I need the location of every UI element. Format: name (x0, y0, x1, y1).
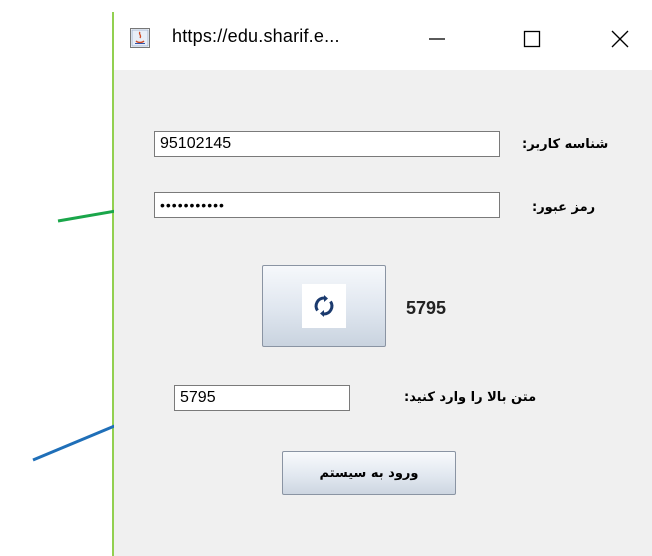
window-title: https://edu.sharif.e... (172, 26, 340, 46)
login-window: https://edu.sharif.e... شناسه کاربر: رمز… (114, 12, 652, 556)
username-label: شناسه کاربر: (522, 137, 609, 152)
title-bar: https://edu.sharif.e... (114, 12, 652, 70)
maximize-button[interactable] (509, 22, 555, 56)
captcha-input[interactable] (174, 385, 350, 411)
login-button[interactable]: ورود به سیستم (282, 451, 456, 495)
minimize-icon (429, 38, 445, 40)
captcha-refresh-image (302, 284, 346, 328)
captcha-refresh-button[interactable] (262, 265, 386, 347)
refresh-icon (314, 295, 334, 317)
username-field[interactable] (154, 131, 500, 157)
maximize-icon (523, 30, 541, 48)
captcha-text: 5795 (406, 298, 447, 318)
password-label: رمز عبور: (532, 200, 596, 215)
close-button[interactable] (597, 22, 643, 56)
java-app-icon (130, 28, 150, 48)
close-icon (611, 30, 629, 48)
password-field[interactable] (154, 192, 500, 218)
captcha-input-label: متن بالا را وارد کنید: (404, 390, 537, 405)
minimize-button[interactable] (414, 22, 460, 56)
